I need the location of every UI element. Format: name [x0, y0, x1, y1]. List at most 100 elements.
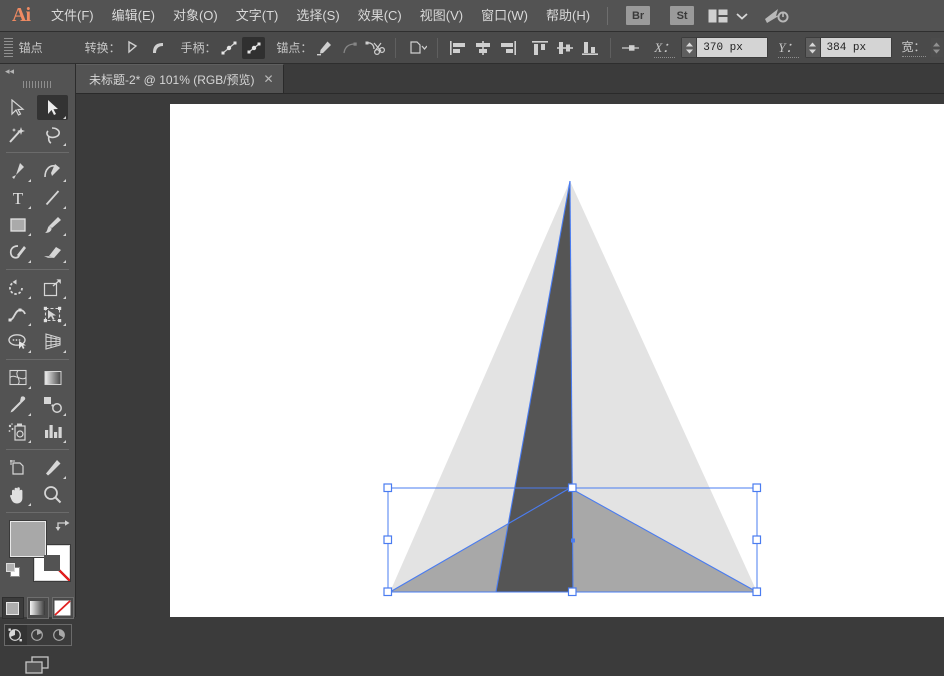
document-tab[interactable]: 未标题-2* @ 101% (RGB/预览) ✕: [76, 64, 284, 93]
tool-lasso[interactable]: [37, 122, 68, 147]
paint-mode-gradient[interactable]: [26, 597, 49, 619]
menu-help[interactable]: 帮助(H): [537, 0, 599, 32]
anchors-label: 锚点：: [276, 41, 313, 55]
tool-rectangle[interactable]: [2, 212, 33, 237]
menu-view[interactable]: 视图(V): [411, 0, 472, 32]
tools-group-paint: [0, 364, 75, 445]
bridge-badge[interactable]: Br: [626, 6, 651, 25]
align-top-icon[interactable]: [529, 37, 552, 59]
tool-blend[interactable]: [37, 392, 68, 417]
convert-to-smooth-icon[interactable]: [147, 37, 170, 59]
paint-modes: [0, 597, 75, 619]
tools-panel-grip[interactable]: [22, 78, 53, 90]
draw-mode-inside[interactable]: [49, 625, 71, 645]
menu-type[interactable]: 文字(T): [227, 0, 288, 32]
tool-symbol-sprayer[interactable]: [2, 419, 33, 444]
convert-label: 转换：: [84, 41, 121, 55]
transform-icon[interactable]: [620, 37, 643, 59]
tool-flyout-indicator: [28, 413, 31, 416]
stock-badge[interactable]: St: [670, 6, 695, 25]
connect-anchors-icon[interactable]: [338, 37, 361, 59]
remove-anchor-icon[interactable]: [313, 37, 336, 59]
arrange-documents-icon[interactable]: [708, 9, 728, 23]
tool-flyout-indicator: [63, 179, 66, 182]
tool-line-segment[interactable]: [37, 185, 68, 210]
canvas-workarea[interactable]: [76, 94, 944, 617]
width-stepper[interactable]: [929, 37, 944, 58]
handle-top-left: [383, 483, 393, 493]
y-coordinate-input[interactable]: [820, 38, 891, 57]
control-bar-grip[interactable]: [4, 37, 13, 58]
tool-free-transform[interactable]: [37, 302, 68, 327]
menu-effect[interactable]: 效果(C): [349, 0, 411, 32]
tool-flyout-indicator: [28, 206, 31, 209]
tool-paintbrush[interactable]: [37, 212, 68, 237]
close-icon[interactable]: ✕: [264, 73, 274, 85]
tool-eyedropper[interactable]: [2, 392, 33, 417]
tool-column-graph[interactable]: [37, 419, 68, 444]
align-center-vertical-icon[interactable]: [554, 37, 577, 59]
x-stepper[interactable]: [682, 38, 698, 57]
tool-perspective-grid[interactable]: [37, 329, 68, 354]
draw-modes: [3, 624, 72, 646]
tool-eraser[interactable]: [37, 239, 68, 264]
menu-bar: Ai 文件(F) 编辑(E) 对象(O) 文字(T) 选择(S) 效果(C) 视…: [0, 0, 944, 32]
tools-divider-3: [6, 359, 69, 360]
tool-flyout-indicator: [63, 350, 66, 353]
control-divider-3: [610, 37, 612, 58]
menu-select[interactable]: 选择(S): [287, 0, 348, 32]
hide-handles-icon[interactable]: [242, 36, 266, 59]
draw-mode-behind[interactable]: [27, 625, 49, 645]
paint-mode-none[interactable]: [51, 597, 74, 619]
tool-shaper[interactable]: [2, 239, 33, 264]
align-bottom-icon[interactable]: [579, 37, 602, 59]
tool-scale[interactable]: [37, 275, 68, 300]
tool-artboard[interactable]: [2, 455, 33, 480]
y-stepper[interactable]: [805, 38, 821, 57]
tool-mesh[interactable]: [2, 365, 33, 390]
tool-direct-selection[interactable]: [37, 95, 68, 120]
change-screen-mode[interactable]: [0, 654, 75, 676]
tool-magic-wand[interactable]: [2, 122, 33, 147]
collapse-panel-icon[interactable]: ◂◂: [0, 64, 75, 78]
menu-edit[interactable]: 编辑(E): [103, 0, 164, 32]
x-coordinate-input[interactable]: [697, 38, 768, 57]
tool-slice[interactable]: [37, 455, 68, 480]
svg-text:T: T: [12, 189, 23, 207]
y-coordinate-field[interactable]: [804, 37, 892, 58]
menu-object[interactable]: 对象(O): [164, 0, 227, 32]
tool-gradient[interactable]: [37, 365, 68, 390]
tool-flyout-indicator: [63, 260, 66, 263]
tool-zoom[interactable]: [37, 482, 68, 507]
tool-type[interactable]: T: [2, 185, 33, 210]
tool-width[interactable]: [2, 302, 33, 327]
menu-file[interactable]: 文件(F): [42, 0, 103, 32]
default-fill-stroke-icon[interactable]: [6, 563, 21, 581]
fill-swatch[interactable]: [9, 520, 47, 558]
convert-to-corner-icon[interactable]: [122, 37, 145, 59]
align-center-horizontal-icon[interactable]: [472, 37, 495, 59]
align-left-icon[interactable]: [447, 37, 470, 59]
x-coordinate-field[interactable]: [681, 37, 769, 58]
align-right-icon[interactable]: [497, 37, 520, 59]
isolate-selected-icon[interactable]: [405, 37, 428, 59]
chevron-down-icon[interactable]: [736, 12, 748, 20]
menu-window[interactable]: 窗口(W): [472, 0, 537, 32]
artboard[interactable]: [170, 104, 944, 617]
tool-selection[interactable]: [2, 95, 33, 120]
tool-rotate[interactable]: [2, 275, 33, 300]
tools-group-transform: [0, 274, 75, 355]
tool-pen[interactable]: [2, 158, 33, 183]
swap-fill-stroke-icon[interactable]: [55, 519, 71, 536]
show-handles-icon[interactable]: [217, 37, 240, 59]
workspace-switcher-icon[interactable]: [764, 7, 790, 25]
paint-mode-color[interactable]: [1, 597, 24, 619]
tool-shape-builder[interactable]: [2, 329, 33, 354]
draw-mode-normal[interactable]: [4, 625, 27, 645]
handle-bottom-right: [752, 587, 762, 597]
cut-path-icon[interactable]: [363, 37, 386, 59]
tool-flyout-indicator: [28, 260, 31, 263]
tool-flyout-indicator: [28, 440, 31, 443]
tool-curvature[interactable]: [37, 158, 68, 183]
tool-hand[interactable]: [2, 482, 33, 507]
